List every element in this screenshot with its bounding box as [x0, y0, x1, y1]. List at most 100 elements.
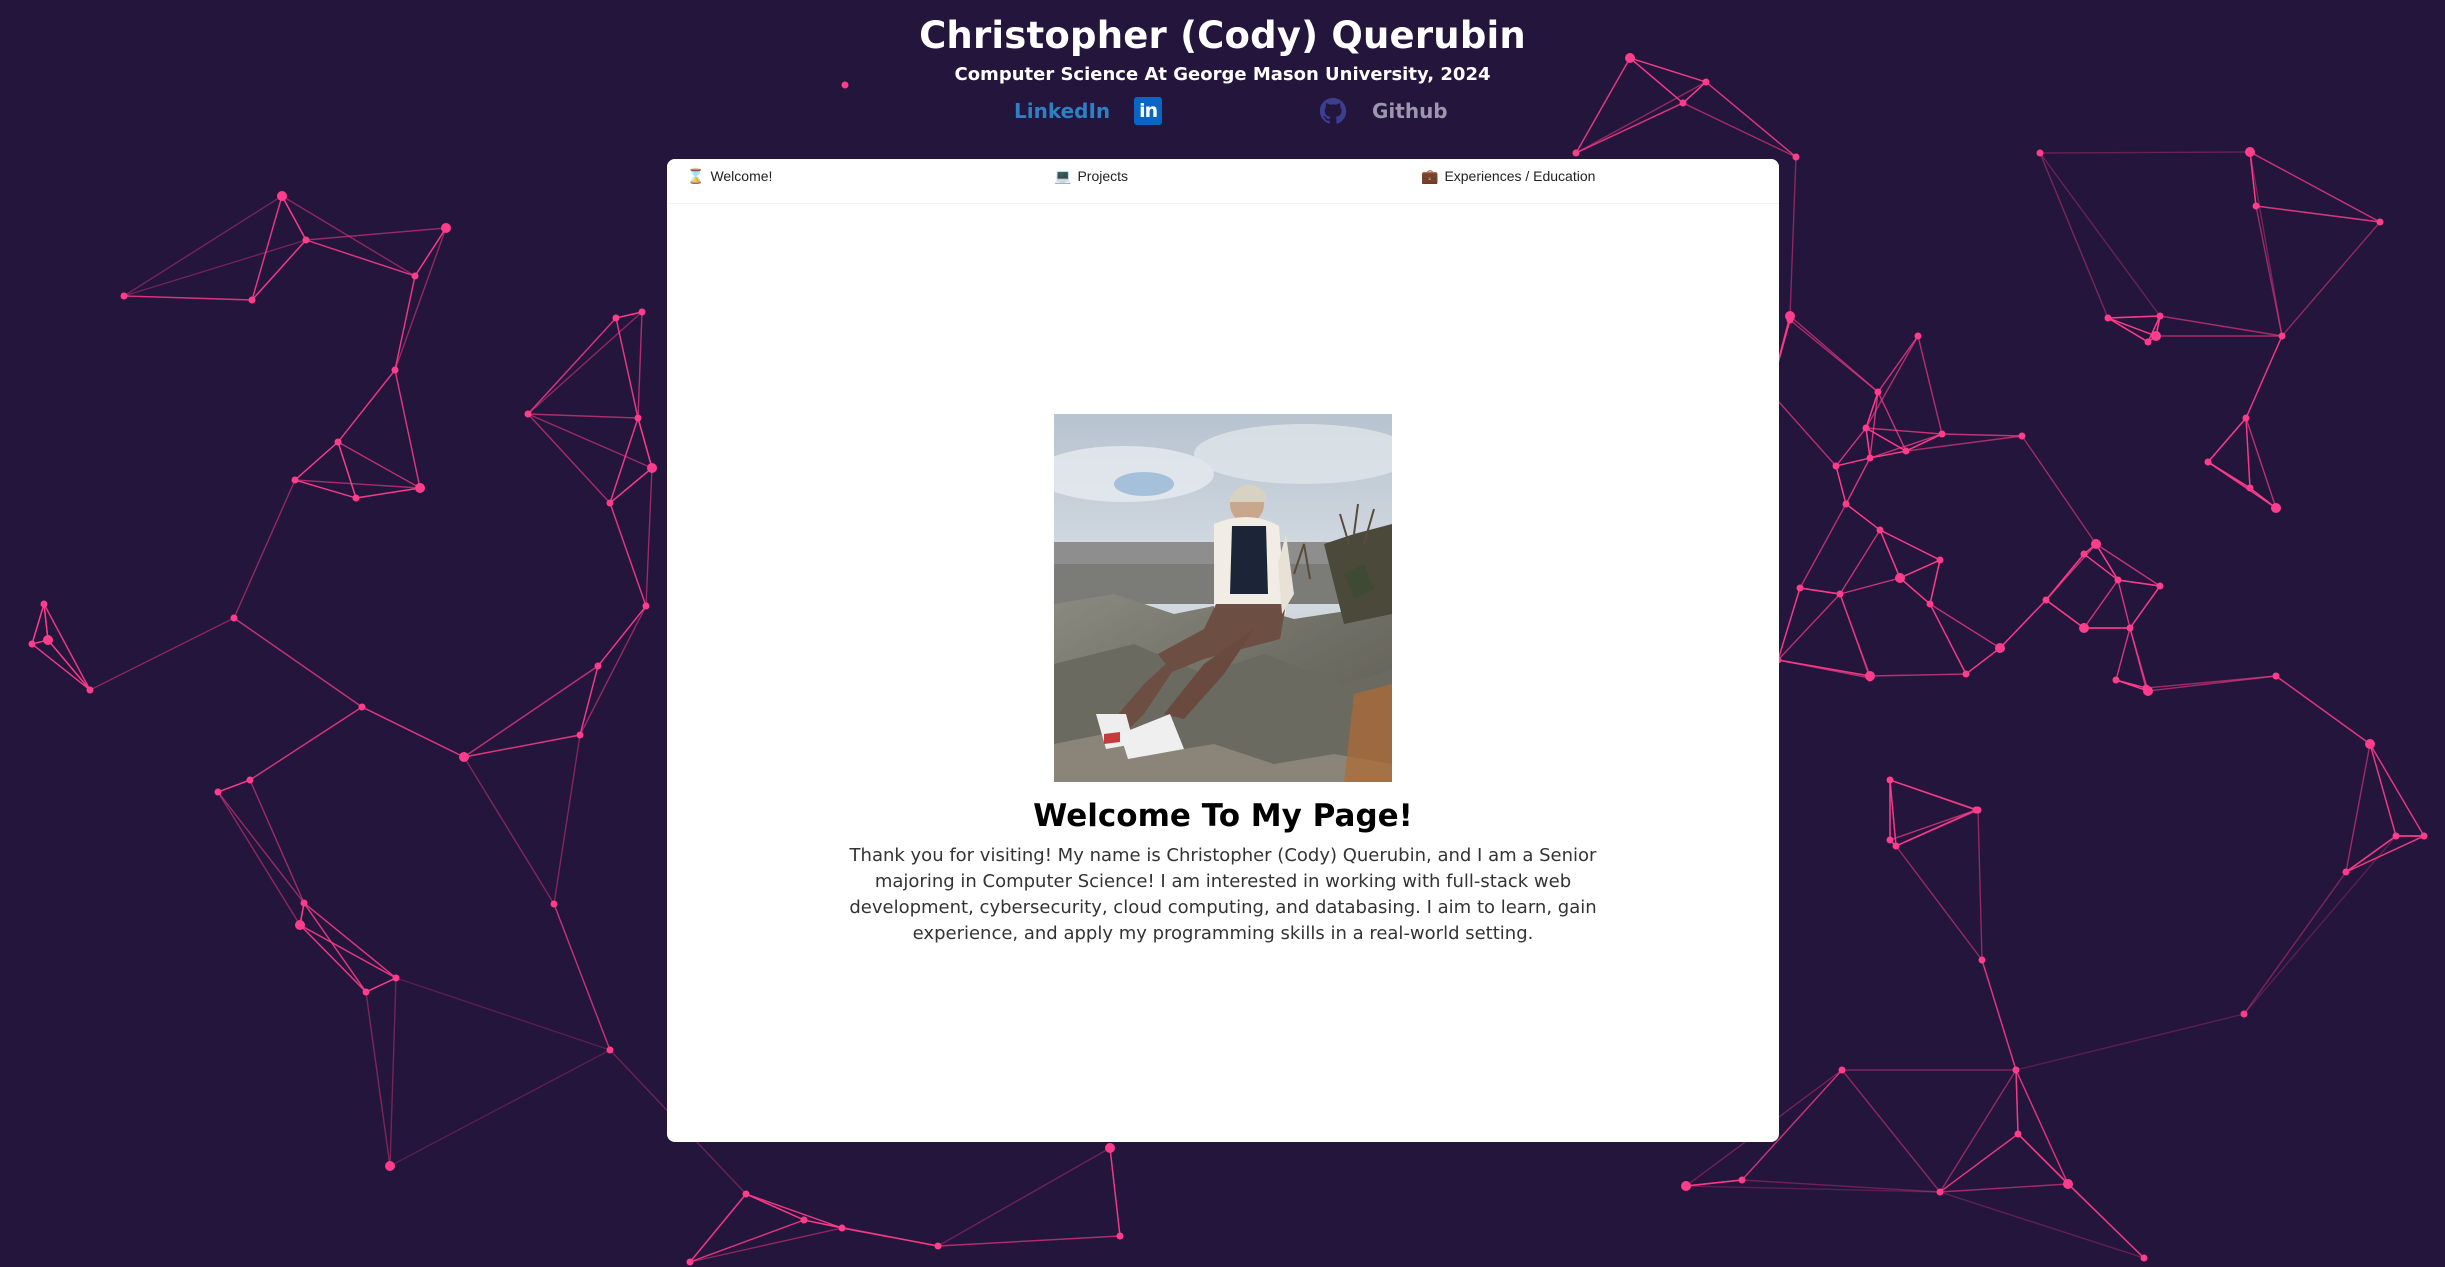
network-node	[2365, 739, 2375, 749]
network-node	[2156, 312, 2164, 320]
network-node	[1865, 671, 1875, 681]
tab-bar: ⌛ Welcome! 💻 Projects 💼 Experiences / Ed…	[667, 159, 1779, 204]
network-line	[1939, 1183, 2069, 1193]
network-line	[43, 603, 91, 691]
network-line	[337, 369, 396, 443]
network-node	[352, 494, 360, 502]
network-line	[2115, 679, 2147, 689]
network-node	[1926, 600, 1934, 608]
network-line	[89, 617, 235, 691]
network-line	[1865, 335, 1919, 429]
network-line	[463, 756, 555, 905]
profile-photo	[1054, 414, 1392, 782]
network-node	[1936, 1188, 1944, 1196]
welcome-heading: Welcome To My Page!	[1033, 798, 1413, 834]
network-line	[249, 779, 305, 904]
network-line	[303, 902, 397, 979]
page-subtitle: Computer Science At George Mason Univers…	[954, 64, 1491, 85]
network-node	[214, 788, 222, 796]
network-line	[394, 369, 421, 489]
network-node	[606, 1046, 614, 1054]
network-node	[2104, 314, 2112, 322]
network-line	[305, 239, 416, 277]
network-node	[1836, 590, 1844, 598]
network-node	[838, 1224, 846, 1232]
tab-welcome[interactable]: ⌛ Welcome!	[687, 159, 772, 193]
network-line	[2039, 152, 2109, 319]
network-node	[248, 296, 256, 304]
network-node	[40, 600, 48, 608]
network-line	[2083, 553, 2119, 581]
network-node	[2042, 596, 2050, 604]
network-line	[1845, 503, 1881, 531]
network-node	[2252, 202, 2260, 210]
network-line	[527, 317, 617, 415]
network-node	[1796, 584, 1804, 592]
tab-experiences-education[interactable]: 💼 Experiences / Education	[1421, 159, 1595, 193]
network-line	[2281, 221, 2381, 337]
network-node	[2204, 458, 2212, 466]
network-node	[1886, 836, 1894, 844]
network-line	[1769, 391, 1837, 467]
network-line	[2039, 151, 2251, 154]
network-line	[2017, 1133, 2145, 1259]
github-link[interactable]: Github	[1318, 96, 1448, 126]
network-line	[1895, 845, 1983, 961]
network-node	[2342, 868, 2350, 876]
network-line	[1575, 102, 1684, 154]
network-line	[1879, 529, 1901, 579]
network-line	[2095, 543, 2161, 587]
network-line	[294, 479, 421, 489]
network-line	[2021, 435, 2097, 545]
network-line	[1895, 809, 1977, 847]
network-node	[1866, 454, 1874, 462]
network-line	[2107, 317, 2157, 337]
network-line	[1899, 559, 1941, 579]
network-line	[2207, 461, 2251, 489]
network-node	[612, 314, 620, 322]
network-line	[2207, 417, 2247, 463]
network-node	[742, 1190, 750, 1198]
network-line	[2045, 599, 2085, 629]
network-line	[414, 227, 447, 277]
network-node	[1886, 776, 1894, 784]
network-line	[645, 467, 653, 607]
network-line	[1977, 809, 1983, 961]
network-node	[2140, 1254, 2148, 1262]
network-line	[1879, 529, 1941, 561]
tab-projects[interactable]: 💻 Projects	[1054, 159, 1128, 193]
network-line	[2369, 743, 2397, 837]
network-line	[689, 1227, 843, 1263]
network-line	[637, 417, 653, 469]
network-line	[2045, 553, 2085, 601]
network-line	[2249, 151, 2381, 223]
network-node	[2126, 624, 2134, 632]
network-node	[43, 635, 53, 645]
network-node	[550, 900, 558, 908]
network-node	[1936, 556, 1944, 564]
network-node	[686, 1258, 694, 1266]
linkedin-link[interactable]: LinkedIn in	[1014, 96, 1163, 126]
network-line	[1939, 1133, 2019, 1193]
network-node	[246, 776, 254, 784]
github-icon	[1319, 97, 1347, 124]
network-node	[2272, 672, 2280, 680]
network-line	[1685, 1179, 1743, 1187]
network-line	[2039, 152, 2161, 317]
network-line	[1889, 779, 1897, 847]
network-node	[2080, 550, 2088, 558]
network-node	[291, 476, 299, 484]
network-line	[553, 903, 611, 1051]
network-line	[609, 502, 647, 607]
network-line	[2345, 743, 2371, 873]
network-line	[305, 227, 447, 241]
network-line	[1865, 427, 1943, 435]
network-line	[299, 924, 367, 993]
network-line	[527, 413, 611, 504]
network-line	[123, 295, 253, 301]
network-line	[217, 779, 251, 793]
network-node	[2245, 147, 2255, 157]
network-line	[389, 1049, 611, 1167]
network-line	[1869, 673, 1967, 677]
network-node	[2246, 484, 2254, 492]
